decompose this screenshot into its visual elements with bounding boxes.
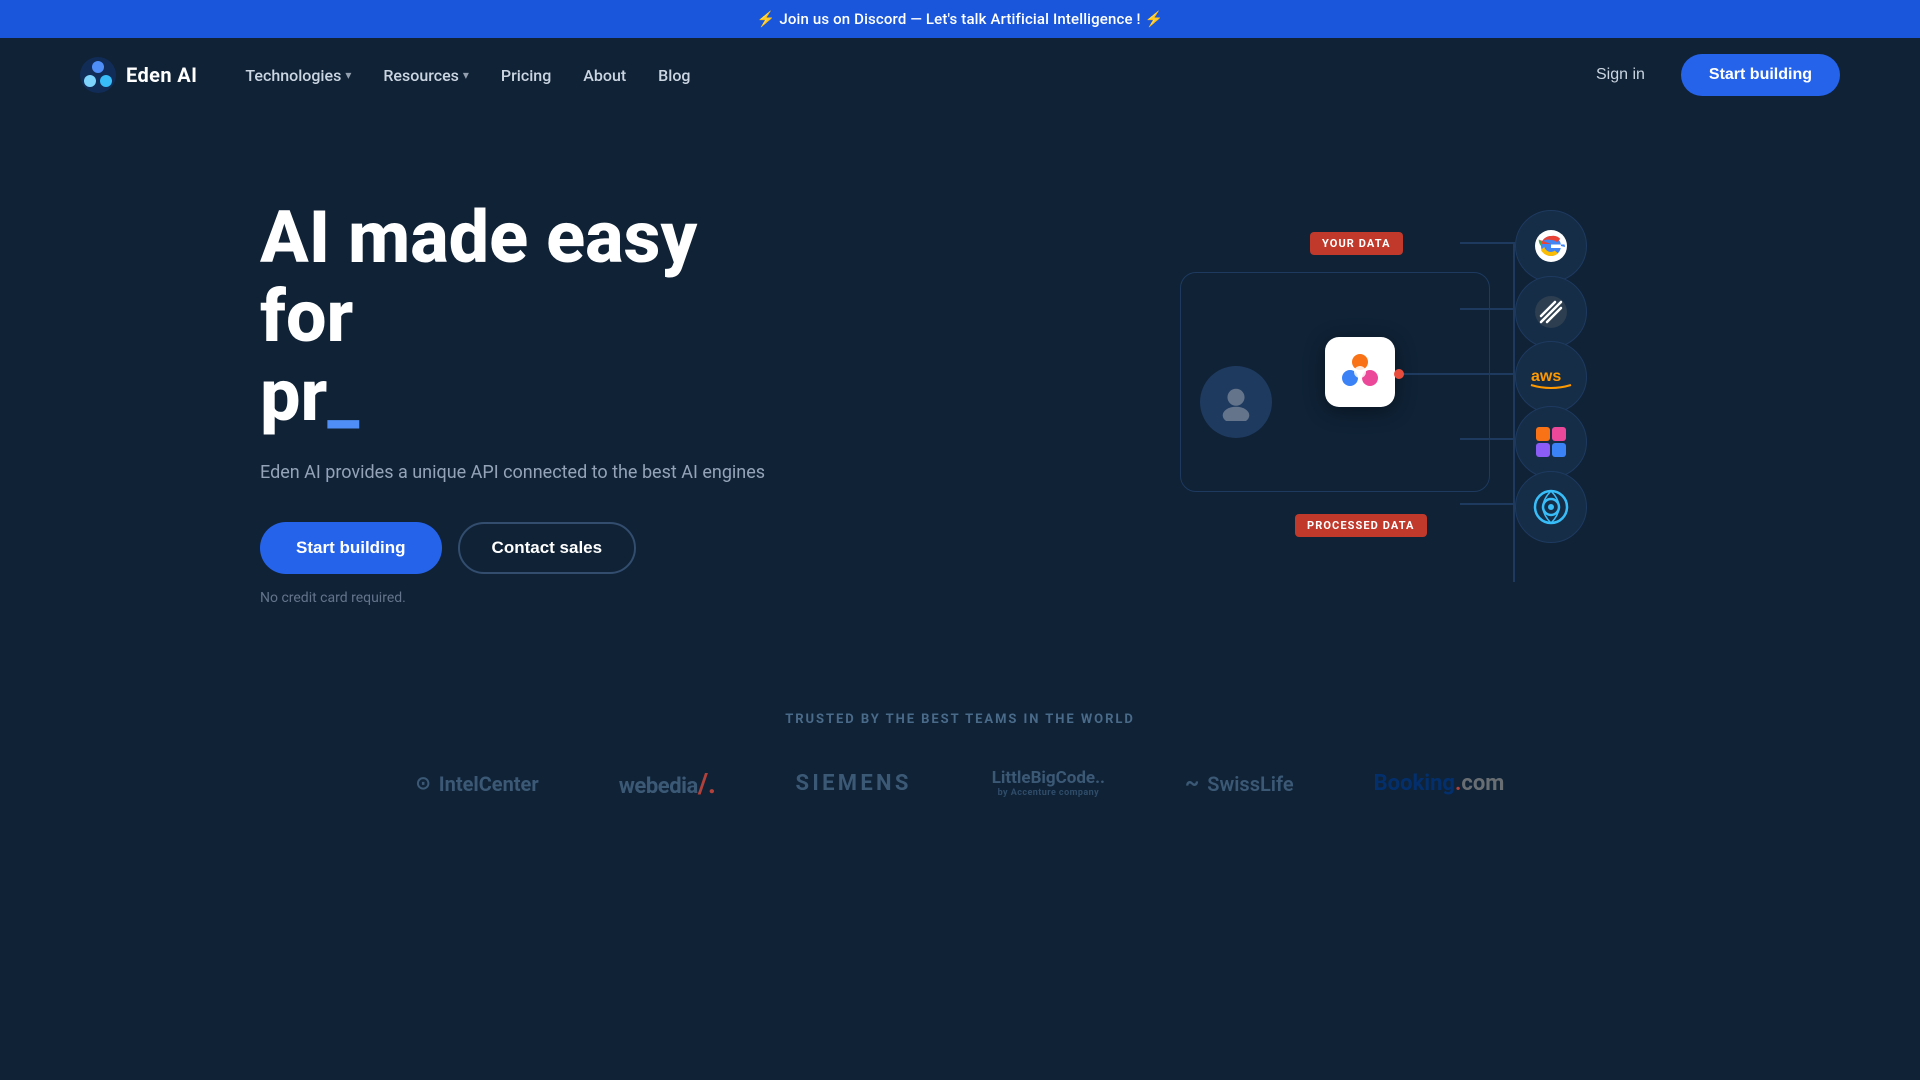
trusted-logos: ⊙ IntelCenter webedia/. SIEMENS LittleBi…: [80, 767, 1840, 800]
trusted-logo-littlebigcode: LittleBigCode.. by Accenture company: [992, 769, 1105, 798]
siemens-name: SIEMENS: [796, 771, 912, 796]
webedia-name: webedia/.: [619, 767, 716, 800]
connector-dot: [1394, 369, 1404, 379]
logo-feather: [1515, 276, 1587, 348]
navbar-left: Eden AI Technologies ▾ Resources ▾ Prici…: [80, 57, 691, 93]
hero-description: Eden AI provides a unique API connected …: [260, 459, 780, 486]
branch-line-4: [1460, 438, 1515, 440]
nav-item-technologies[interactable]: Technologies ▾: [245, 66, 351, 85]
nav-item-blog[interactable]: Blog: [658, 66, 690, 85]
nav-links: Technologies ▾ Resources ▾ Pricing About: [245, 66, 690, 85]
chevron-down-icon: ▾: [463, 68, 469, 82]
nav-about-label: About: [583, 66, 626, 85]
banner-text: ⚡ Join us on Discord — Let's talk Artifi…: [757, 10, 1164, 28]
nav-pricing-label: Pricing: [501, 66, 551, 85]
logo-eye: [1515, 471, 1587, 543]
branch-line-1: [1460, 242, 1515, 244]
littlebigcode-subtitle: by Accenture company: [992, 788, 1105, 798]
svg-text:aws: aws: [1531, 368, 1561, 385]
swisslife-name: SwissLife: [1207, 772, 1293, 796]
nav-resources-label: Resources: [383, 66, 459, 85]
trusted-section: TRUSTED BY THE BEST TEAMS IN THE WORLD ⊙…: [0, 672, 1920, 860]
hero-diagram: YOUR DATA PROCESSED DATA: [1100, 192, 1700, 612]
intelcenter-name: IntelCenter: [439, 772, 539, 796]
eden-logo-icon: [1338, 350, 1382, 394]
contact-sales-button[interactable]: Contact sales: [458, 522, 637, 574]
swisslife-symbol: ~: [1185, 771, 1199, 796]
trusted-logo-swisslife: ~ SwissLife: [1185, 771, 1294, 796]
logo-aws: aws: [1515, 341, 1587, 413]
user-icon: [1217, 383, 1255, 421]
vertical-connector-line: [1513, 242, 1515, 582]
nav-item-resources[interactable]: Resources ▾: [383, 66, 469, 85]
start-building-button-nav[interactable]: Start building: [1681, 54, 1840, 96]
trusted-logo-booking: Booking.com: [1374, 771, 1505, 796]
hero-title: AI made easy for pr_: [260, 198, 780, 436]
nav-item-about[interactable]: About: [583, 66, 626, 85]
no-credit-card-text: No credit card required.: [260, 590, 780, 606]
branch-line-2: [1460, 308, 1515, 310]
signin-button[interactable]: Sign in: [1580, 58, 1661, 92]
trusted-label: TRUSTED BY THE BEST TEAMS IN THE WORLD: [80, 712, 1840, 727]
logo-google: [1515, 210, 1587, 282]
intelcenter-symbol: ⊙: [416, 773, 431, 794]
hero-buttons: Start building Contact sales: [260, 522, 780, 574]
branch-line-3: [1460, 373, 1515, 375]
littlebigcode-name: LittleBigCode..: [992, 769, 1105, 788]
processed-data-label: PROCESSED DATA: [1295, 514, 1427, 537]
start-building-button-hero[interactable]: Start building: [260, 522, 442, 574]
logo-link[interactable]: Eden AI: [80, 57, 197, 93]
logo-text: Eden AI: [126, 63, 197, 87]
booking-name: Booking.com: [1374, 771, 1505, 796]
nav-technologies-label: Technologies: [245, 66, 341, 85]
logo-icon: [80, 57, 116, 93]
trusted-logo-intelcenter: ⊙ IntelCenter: [416, 772, 539, 796]
user-avatar: [1200, 366, 1272, 438]
trusted-logo-webedia: webedia/.: [619, 767, 716, 800]
branch-line-5: [1460, 503, 1515, 505]
navbar-right: Sign in Start building: [1580, 54, 1840, 96]
hero-content: AI made easy for pr_ Eden AI provides a …: [260, 198, 780, 607]
discord-banner[interactable]: ⚡ Join us on Discord — Let's talk Artifi…: [0, 0, 1920, 38]
navbar: Eden AI Technologies ▾ Resources ▾ Prici…: [0, 38, 1920, 112]
nav-item-pricing[interactable]: Pricing: [501, 66, 551, 85]
hero-section: AI made easy for pr_ Eden AI provides a …: [0, 112, 1920, 672]
nav-blog-label: Blog: [658, 66, 690, 85]
trusted-logo-siemens: SIEMENS: [796, 771, 912, 796]
chevron-down-icon: ▾: [345, 68, 351, 82]
eden-center-logo: [1325, 337, 1395, 407]
your-data-label: YOUR DATA: [1310, 232, 1403, 255]
logo-notion: [1515, 406, 1587, 478]
hero-title-animated: pr_: [260, 353, 359, 438]
